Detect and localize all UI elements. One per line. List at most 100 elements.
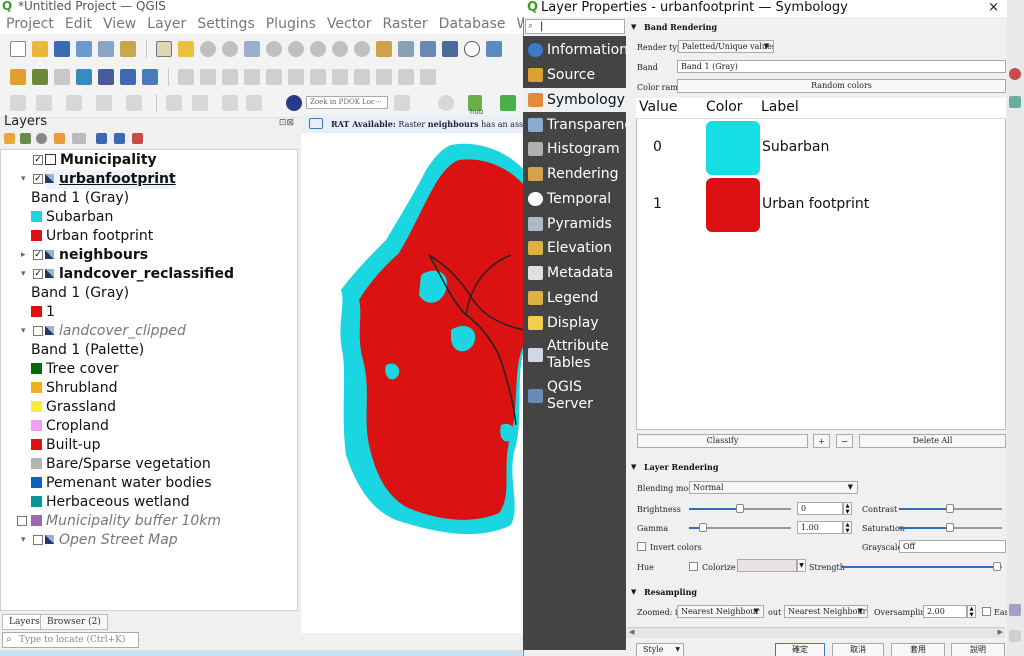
zoom-full-icon[interactable] xyxy=(244,41,260,57)
render-type-select[interactable]: Paletted/Unique values ▼ xyxy=(678,40,774,53)
oversampling-stepper[interactable]: ▲ ▼ xyxy=(967,605,976,618)
attribute-table-icon[interactable] xyxy=(166,95,182,111)
temporal-controller-icon[interactable] xyxy=(464,41,480,57)
layer-visibility-checkbox[interactable] xyxy=(33,535,43,545)
gamma-slider[interactable] xyxy=(689,523,791,532)
early-resampling-checkbox[interactable] xyxy=(982,607,991,616)
layer-neighbours[interactable]: ▸ ✓ neighbours xyxy=(21,246,148,265)
filter-by-expression-icon[interactable] xyxy=(72,133,86,144)
zoom-to-selection-icon[interactable] xyxy=(266,41,282,57)
menu-plugins[interactable]: Plugins xyxy=(266,16,316,32)
select-by-value-icon[interactable] xyxy=(66,95,82,111)
layer-open-street-map[interactable]: ▾ Open Street Map xyxy=(21,531,178,550)
zoom-in-icon[interactable] xyxy=(200,41,216,57)
zoom-out-icon[interactable] xyxy=(222,41,238,57)
undo-icon[interactable] xyxy=(398,69,414,85)
processing-icon[interactable] xyxy=(500,95,516,111)
panel-icon[interactable] xyxy=(1009,96,1021,108)
zoom-last-icon[interactable] xyxy=(332,41,348,57)
colorize-checkbox[interactable] xyxy=(689,562,698,571)
new-shapefile-icon[interactable] xyxy=(54,69,70,85)
manage-map-themes-icon[interactable] xyxy=(36,133,47,144)
menu-raster[interactable]: Raster xyxy=(383,16,428,32)
table-row[interactable]: 0 Subarban xyxy=(636,120,1006,176)
new-temporary-layer-icon[interactable] xyxy=(98,69,114,85)
sidebar-item-metadata[interactable]: Metadata xyxy=(523,261,626,285)
layout-manager-icon[interactable] xyxy=(98,41,114,57)
strength-slider[interactable] xyxy=(842,562,1002,571)
class-label[interactable]: Urban footprint xyxy=(762,196,869,212)
sidebar-search-input[interactable]: ⌕ | xyxy=(525,19,625,34)
chevron-down-icon[interactable]: ▾ xyxy=(21,265,31,284)
brightness-stepper[interactable]: ▲ ▼ xyxy=(843,502,852,515)
open-project-icon[interactable] xyxy=(32,41,48,57)
pdok-search-input[interactable]: Zoek in PDOK Loc··· xyxy=(306,96,388,109)
layer-visibility-checkbox[interactable]: ✓ xyxy=(33,174,43,184)
remove-class-icon[interactable]: − xyxy=(836,434,853,448)
text-annotation-icon[interactable] xyxy=(246,95,262,111)
modify-attributes-icon[interactable] xyxy=(288,69,304,85)
select-features-icon[interactable] xyxy=(36,95,52,111)
menu-database[interactable]: Database xyxy=(439,16,506,32)
plugin-shield-icon[interactable] xyxy=(438,95,454,111)
ok-button[interactable]: 確定 xyxy=(775,643,825,656)
sidebar-item-display[interactable]: Display xyxy=(523,311,626,335)
blending-mode-select[interactable]: Normal ▼ xyxy=(689,481,858,494)
menu-project[interactable]: Project xyxy=(6,16,54,32)
close-icon[interactable]: × xyxy=(988,0,999,16)
new-geopackage-layer-icon[interactable] xyxy=(32,69,48,85)
slider-handle[interactable] xyxy=(736,504,744,513)
invert-colors-checkbox[interactable] xyxy=(637,542,646,551)
clear-search-icon[interactable] xyxy=(394,95,410,111)
chevron-down-icon[interactable]: ▾ xyxy=(21,531,31,550)
band-rendering-header[interactable]: Band Rendering xyxy=(628,20,1006,34)
sidebar-item-legend[interactable]: Legend xyxy=(523,286,626,310)
new-print-layout-icon[interactable] xyxy=(76,41,92,57)
classify-button[interactable]: Classify xyxy=(637,434,808,448)
scroll-left-icon[interactable]: ◀ xyxy=(629,628,634,636)
layer-visibility-checkbox[interactable] xyxy=(17,516,27,526)
class-color-swatch[interactable] xyxy=(706,121,760,175)
sidebar-item-transparency[interactable]: Transparency xyxy=(523,113,626,137)
pan-to-selection-icon[interactable] xyxy=(178,41,194,57)
slider-handle[interactable] xyxy=(993,562,1001,571)
deselect-features-icon[interactable] xyxy=(96,95,112,111)
current-edits-icon[interactable] xyxy=(178,69,194,85)
menu-layer[interactable]: Layer xyxy=(147,16,186,32)
table-row[interactable]: 1 Urban footprint xyxy=(636,177,1006,233)
layer-municipality-buffer[interactable]: Municipality buffer 10km xyxy=(17,512,221,531)
save-project-icon[interactable] xyxy=(54,41,70,57)
paste-features-icon[interactable] xyxy=(376,69,392,85)
bookmark-icon[interactable] xyxy=(420,41,436,57)
gamma-stepper[interactable]: ▲ ▼ xyxy=(843,521,852,534)
tab-browser[interactable]: Browser (2) xyxy=(40,614,108,630)
zoomed-in-select[interactable]: Nearest Neighbour ▼ xyxy=(677,605,764,618)
open-data-source-manager-icon[interactable] xyxy=(10,69,26,85)
open-layer-styling-icon[interactable] xyxy=(4,133,15,144)
pan-map-icon[interactable] xyxy=(156,41,172,57)
messages-icon[interactable] xyxy=(1009,630,1021,642)
chevron-right-icon[interactable]: ▸ xyxy=(21,246,31,265)
copy-features-icon[interactable] xyxy=(354,69,370,85)
sidebar-item-symbology[interactable]: Symbology xyxy=(523,88,626,112)
remove-layer-icon[interactable] xyxy=(132,133,143,144)
new-mesh-layer-icon[interactable] xyxy=(142,69,158,85)
show-bookmarks-icon[interactable] xyxy=(442,41,458,57)
zoom-next-icon[interactable] xyxy=(354,41,370,57)
cancel-button[interactable]: 取消 xyxy=(832,643,884,656)
identify-features-icon[interactable] xyxy=(10,95,26,111)
save-edits-icon[interactable] xyxy=(222,69,238,85)
gamma-input[interactable]: 1.00 xyxy=(797,521,843,534)
layer-visibility-checkbox[interactable]: ✓ xyxy=(33,155,43,165)
new-map-view-icon[interactable] xyxy=(376,41,392,57)
add-group-icon[interactable] xyxy=(20,133,31,144)
sidebar-item-histogram[interactable]: Histogram xyxy=(523,137,626,161)
apply-button[interactable]: 套用 xyxy=(891,643,945,656)
color-ramp-button[interactable]: Random colors xyxy=(677,79,1006,93)
column-header-value[interactable]: Value xyxy=(639,99,677,115)
class-label[interactable]: Subarban xyxy=(762,139,829,155)
measure-icon[interactable] xyxy=(126,95,142,111)
slider-handle[interactable] xyxy=(699,523,707,532)
chevron-down-icon[interactable]: ▾ xyxy=(21,170,31,189)
toggle-editing-icon[interactable] xyxy=(200,69,216,85)
